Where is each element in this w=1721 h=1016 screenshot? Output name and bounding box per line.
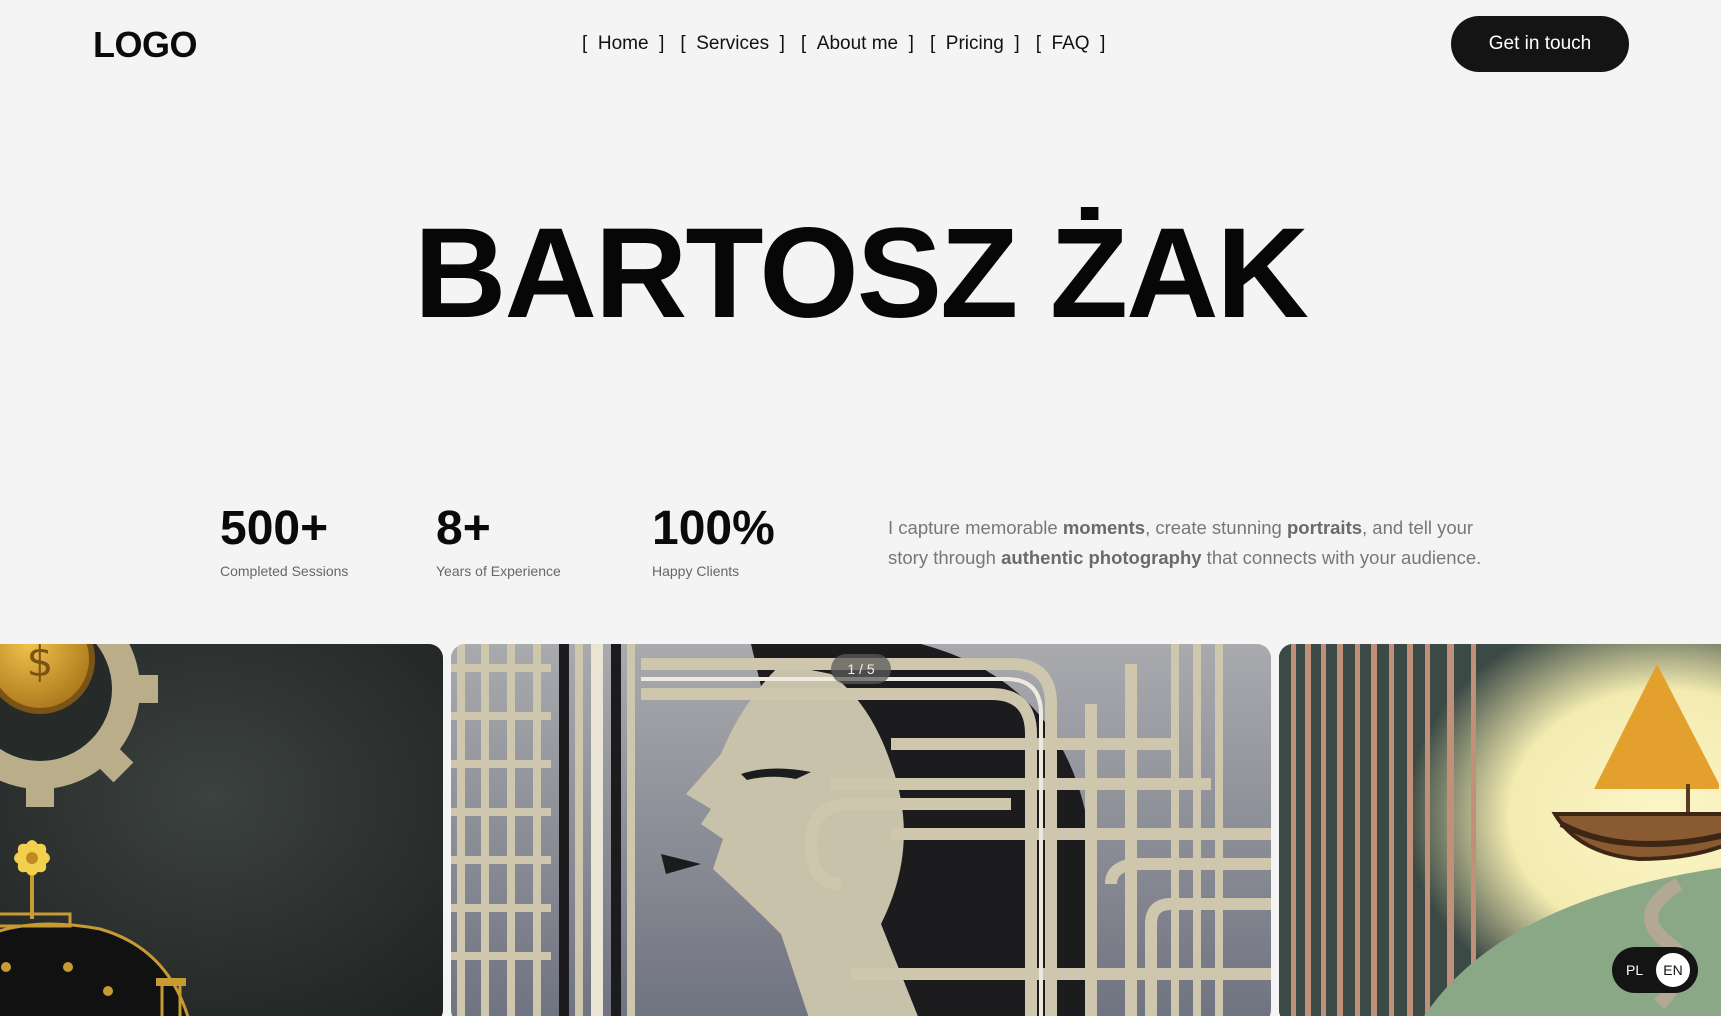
- stat-sessions: 500+ Completed Sessions: [220, 502, 349, 580]
- gallery-carousel[interactable]: $: [0, 644, 1721, 1016]
- stat-value: 100%: [652, 502, 775, 555]
- nav-item-label: Home: [597, 33, 649, 54]
- stat-label: Happy Clients: [652, 563, 740, 579]
- stat-label: Years of Experience: [436, 563, 561, 579]
- steampunk-illustration: $: [0, 644, 443, 1016]
- nav-item-home[interactable]: [ Home ]: [582, 33, 664, 55]
- stat-value: 500+: [220, 502, 329, 555]
- nav-item-services[interactable]: [ Services ]: [680, 33, 785, 55]
- main-nav: [ Home ] [ Services ] [ About me ] [ Pri…: [582, 33, 1121, 55]
- hero-title: BARTOSZ ŻAK: [414, 202, 1309, 345]
- bio-part: , create stunning: [1145, 517, 1287, 538]
- stat-clients: 100% Happy Clients: [652, 502, 775, 580]
- logo[interactable]: LOGO: [93, 24, 198, 66]
- nav-item-label: FAQ: [1051, 33, 1090, 54]
- stat-value: 8+: [436, 502, 491, 555]
- bio-highlight: moments: [1062, 517, 1146, 538]
- bio-part: I capture memorable: [888, 517, 1063, 538]
- art-deco-illustration: [451, 644, 1271, 1016]
- site-header: LOGO [ Home ] [ Services ] [ About me ] …: [0, 0, 1721, 88]
- nav-item-pricing[interactable]: [ Pricing ]: [930, 33, 1020, 55]
- lang-option-pl[interactable]: PL: [1626, 962, 1654, 978]
- bio-part: that connects with your audience.: [1201, 547, 1482, 568]
- bio-text: I capture memorable moments, create stun…: [888, 513, 1508, 573]
- bio-highlight: portraits: [1286, 517, 1363, 538]
- nav-item-about[interactable]: [ About me ]: [801, 33, 914, 55]
- lang-option-en[interactable]: EN: [1654, 951, 1692, 989]
- stat-label: Completed Sessions: [220, 563, 349, 579]
- slide-counter: 1 / 5: [831, 654, 891, 684]
- svg-text:$: $: [27, 644, 54, 686]
- language-switcher[interactable]: PL EN: [1612, 947, 1698, 993]
- nav-item-faq[interactable]: [ FAQ ]: [1036, 33, 1106, 55]
- nav-item-label: Services: [696, 33, 770, 54]
- nav-item-label: Pricing: [945, 33, 1004, 54]
- stat-experience: 8+ Years of Experience: [436, 502, 561, 580]
- gallery-image-art-deco[interactable]: [451, 644, 1271, 1016]
- nav-item-label: About me: [816, 33, 899, 54]
- get-in-touch-button[interactable]: Get in touch: [1451, 16, 1629, 72]
- gallery-image-steampunk[interactable]: $: [0, 644, 443, 1016]
- bio-highlight: authentic photography: [1001, 547, 1202, 568]
